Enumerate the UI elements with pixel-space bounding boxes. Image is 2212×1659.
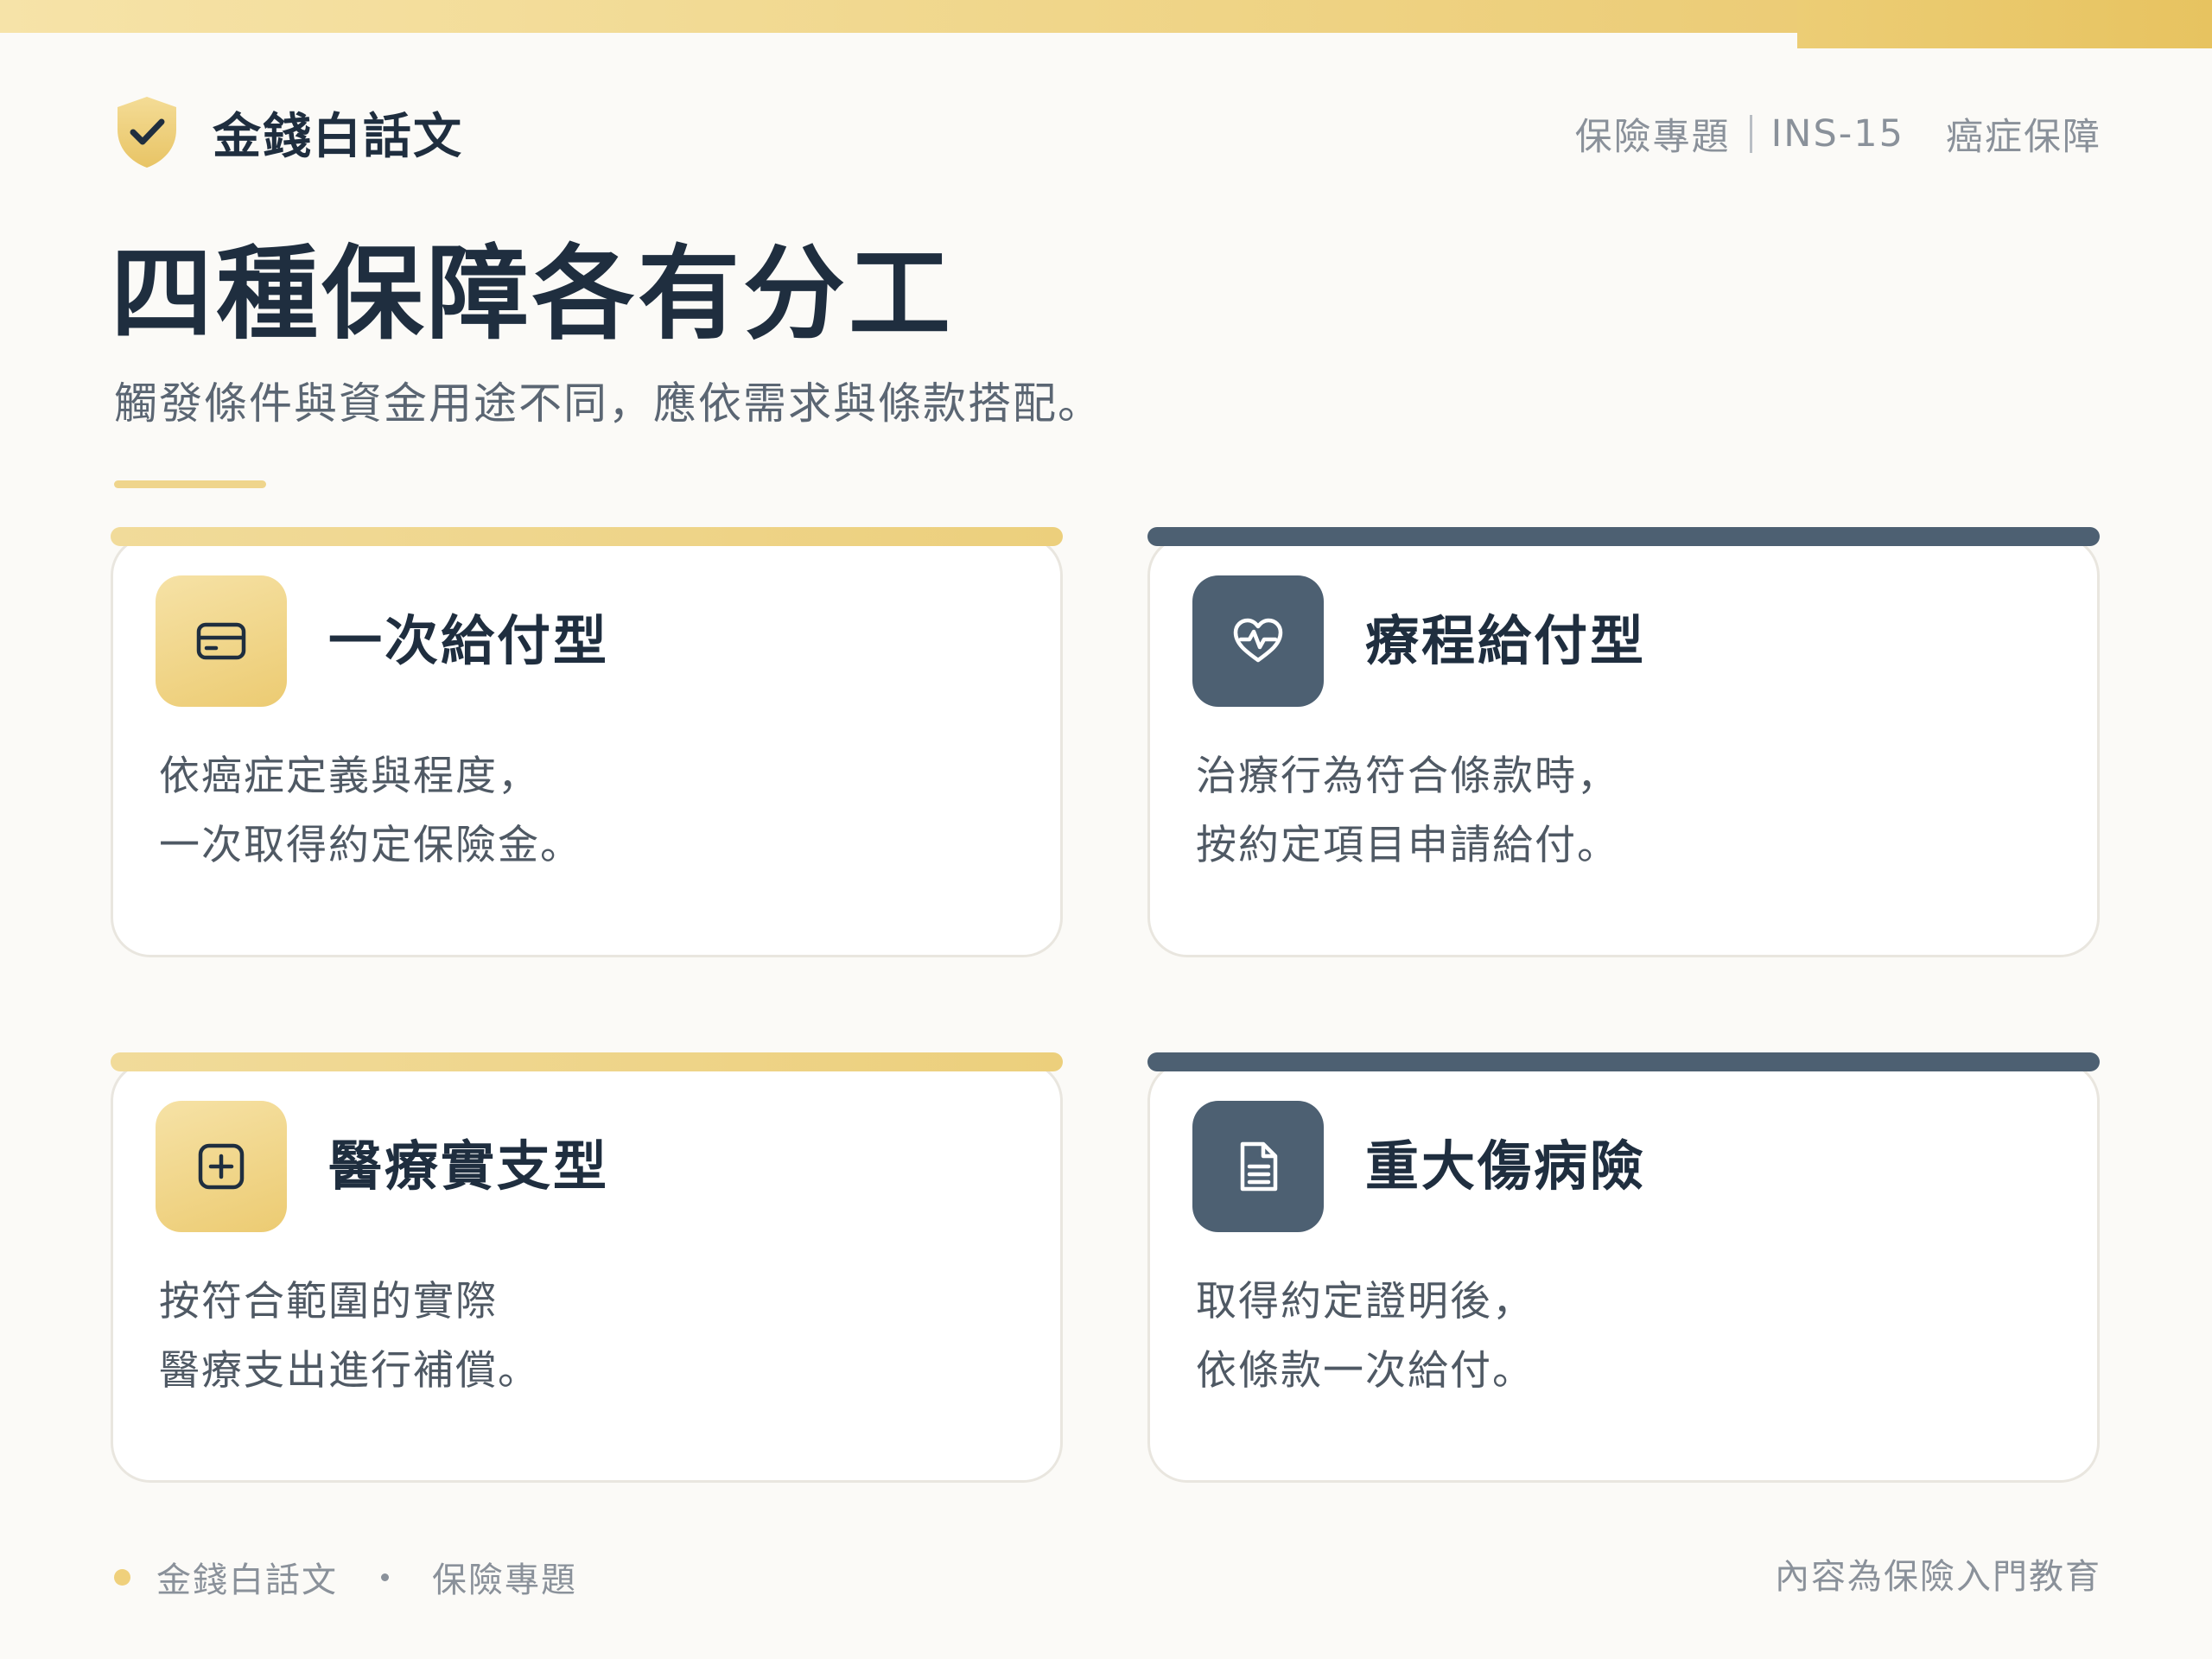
- footer-dot-icon: [114, 1568, 130, 1586]
- footer-brand: 金錢白話文: [156, 1560, 338, 1600]
- card-accent-bar: [111, 527, 1063, 546]
- card-description-line-1: 按符合範圍的實際: [159, 1278, 498, 1325]
- card-lump-sum: 一次給付型 依癌症定義與程度， 一次取得約定保險金。: [111, 527, 1063, 957]
- card-title: 療程給付型: [1365, 609, 1647, 672]
- heart-pulse-icon: [1233, 618, 1283, 663]
- top-accent-bar-right: [1797, 0, 2212, 48]
- header-code: INS-15: [1770, 112, 1904, 156]
- card-treatment: 療程給付型 治療行為符合條款時， 按約定項目申請給付。: [1147, 527, 2100, 957]
- header-separator: [1749, 115, 1752, 153]
- card-description-line-2: 醫療支出進行補償。: [159, 1347, 540, 1395]
- footer-category: 保險專題: [432, 1560, 577, 1600]
- card-description-line-2: 一次取得約定保險金。: [159, 822, 582, 869]
- card-icon-tile: [1192, 1101, 1324, 1232]
- brand: 金錢白話文: [114, 95, 463, 169]
- header-meta: 保險專題 INS-15 癌症保障: [1575, 105, 2101, 162]
- card-medical-expense: 醫療實支型 按符合範圍的實際 醫療支出進行補償。: [111, 1052, 1063, 1483]
- shield-check-icon: [118, 97, 176, 168]
- title-underline: [114, 480, 266, 488]
- card-critical-illness: 重大傷病險 取得約定證明後， 依條款一次給付。: [1147, 1052, 2100, 1483]
- card-description-line-2: 依條款一次給付。: [1196, 1347, 1535, 1395]
- card-title: 重大傷病險: [1365, 1135, 1647, 1198]
- card-accent-bar: [1147, 527, 2100, 546]
- card-icon: [196, 622, 246, 660]
- card-title: 一次給付型: [328, 609, 610, 672]
- header-topic: 癌症保障: [1946, 116, 2101, 159]
- footer-note: 內容為保險入門教育: [1775, 1557, 2101, 1597]
- brand-name: 金錢白話文: [213, 108, 463, 165]
- card-description-line-1: 取得約定證明後，: [1196, 1278, 1535, 1325]
- slide-page: 金錢白話文 保險專題 INS-15 癌症保障 四種保障各有分工 觸發條件與資金用…: [0, 0, 2212, 1659]
- page-subtitle: 觸發條件與資金用途不同，應依需求與條款搭配。: [114, 378, 1103, 429]
- card-accent-bar: [1147, 1052, 2100, 1071]
- card-icon-tile: [156, 575, 287, 707]
- card-accent-bar: [111, 1052, 1063, 1071]
- page-title: 四種保障各有分工: [111, 234, 955, 353]
- document-icon: [1240, 1141, 1278, 1192]
- plus-square-icon: [198, 1143, 245, 1190]
- header-category: 保險專題: [1574, 116, 1731, 159]
- card-description-line-1: 治療行為符合條款時，: [1196, 753, 1619, 800]
- card-icon-tile: [1192, 575, 1324, 707]
- footer-left: 金錢白話文 保險專題: [114, 1547, 577, 1607]
- card-description-line-1: 依癌症定義與程度，: [159, 753, 540, 800]
- footer-separator-dot: [381, 1573, 389, 1581]
- card-description-line-2: 按約定項目申請給付。: [1196, 822, 1619, 869]
- card-icon-tile: [156, 1101, 287, 1232]
- card-title: 醫療實支型: [328, 1135, 610, 1198]
